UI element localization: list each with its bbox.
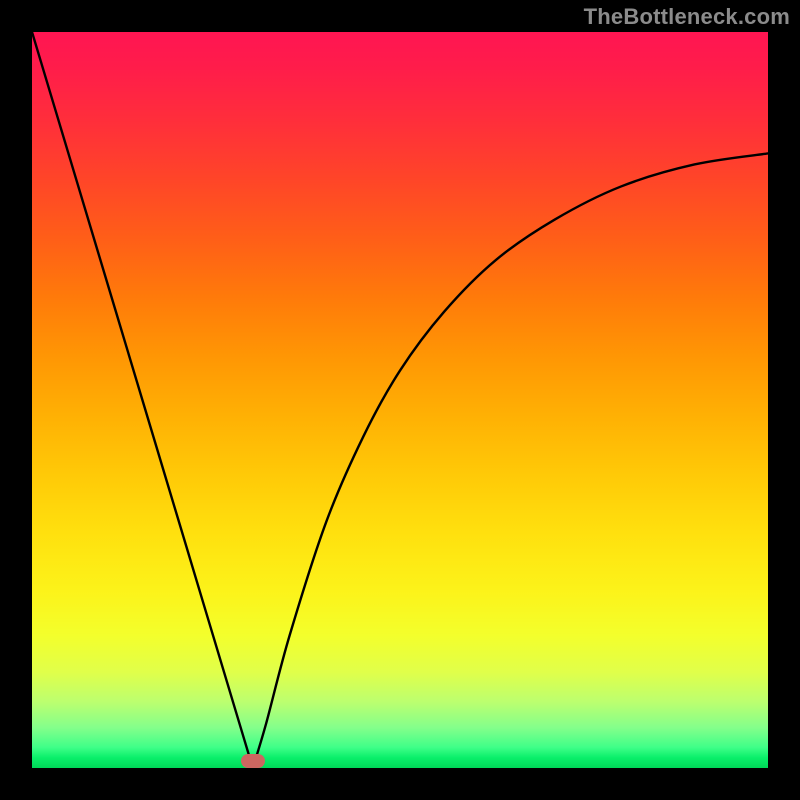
plot-area [32, 32, 768, 768]
vertex-marker [241, 754, 265, 768]
curve-svg [32, 32, 768, 768]
chart-container: TheBottleneck.com [0, 0, 800, 800]
watermark-text: TheBottleneck.com [584, 4, 790, 30]
bottleneck-curve [32, 32, 768, 768]
